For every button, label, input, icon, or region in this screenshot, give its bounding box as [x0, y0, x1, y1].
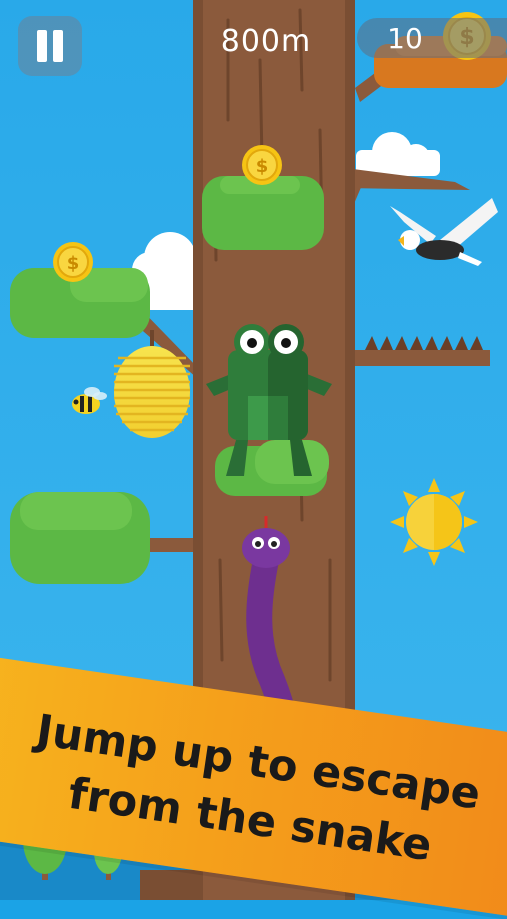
pause-button[interactable]: [18, 16, 82, 76]
pause-icon-bar: [53, 30, 63, 62]
sun: [390, 478, 478, 566]
coin-counter: 10: [387, 22, 423, 55]
distance-counter: 800m: [220, 24, 312, 59]
leaf-platform-top: [202, 176, 324, 250]
coin-left: $: [53, 242, 93, 282]
svg-text:$: $: [67, 253, 80, 274]
leaf-platform-lower-left: [10, 492, 150, 584]
pause-icon: [37, 30, 47, 62]
svg-text:$: $: [256, 156, 269, 177]
coin-top: $: [242, 145, 282, 185]
